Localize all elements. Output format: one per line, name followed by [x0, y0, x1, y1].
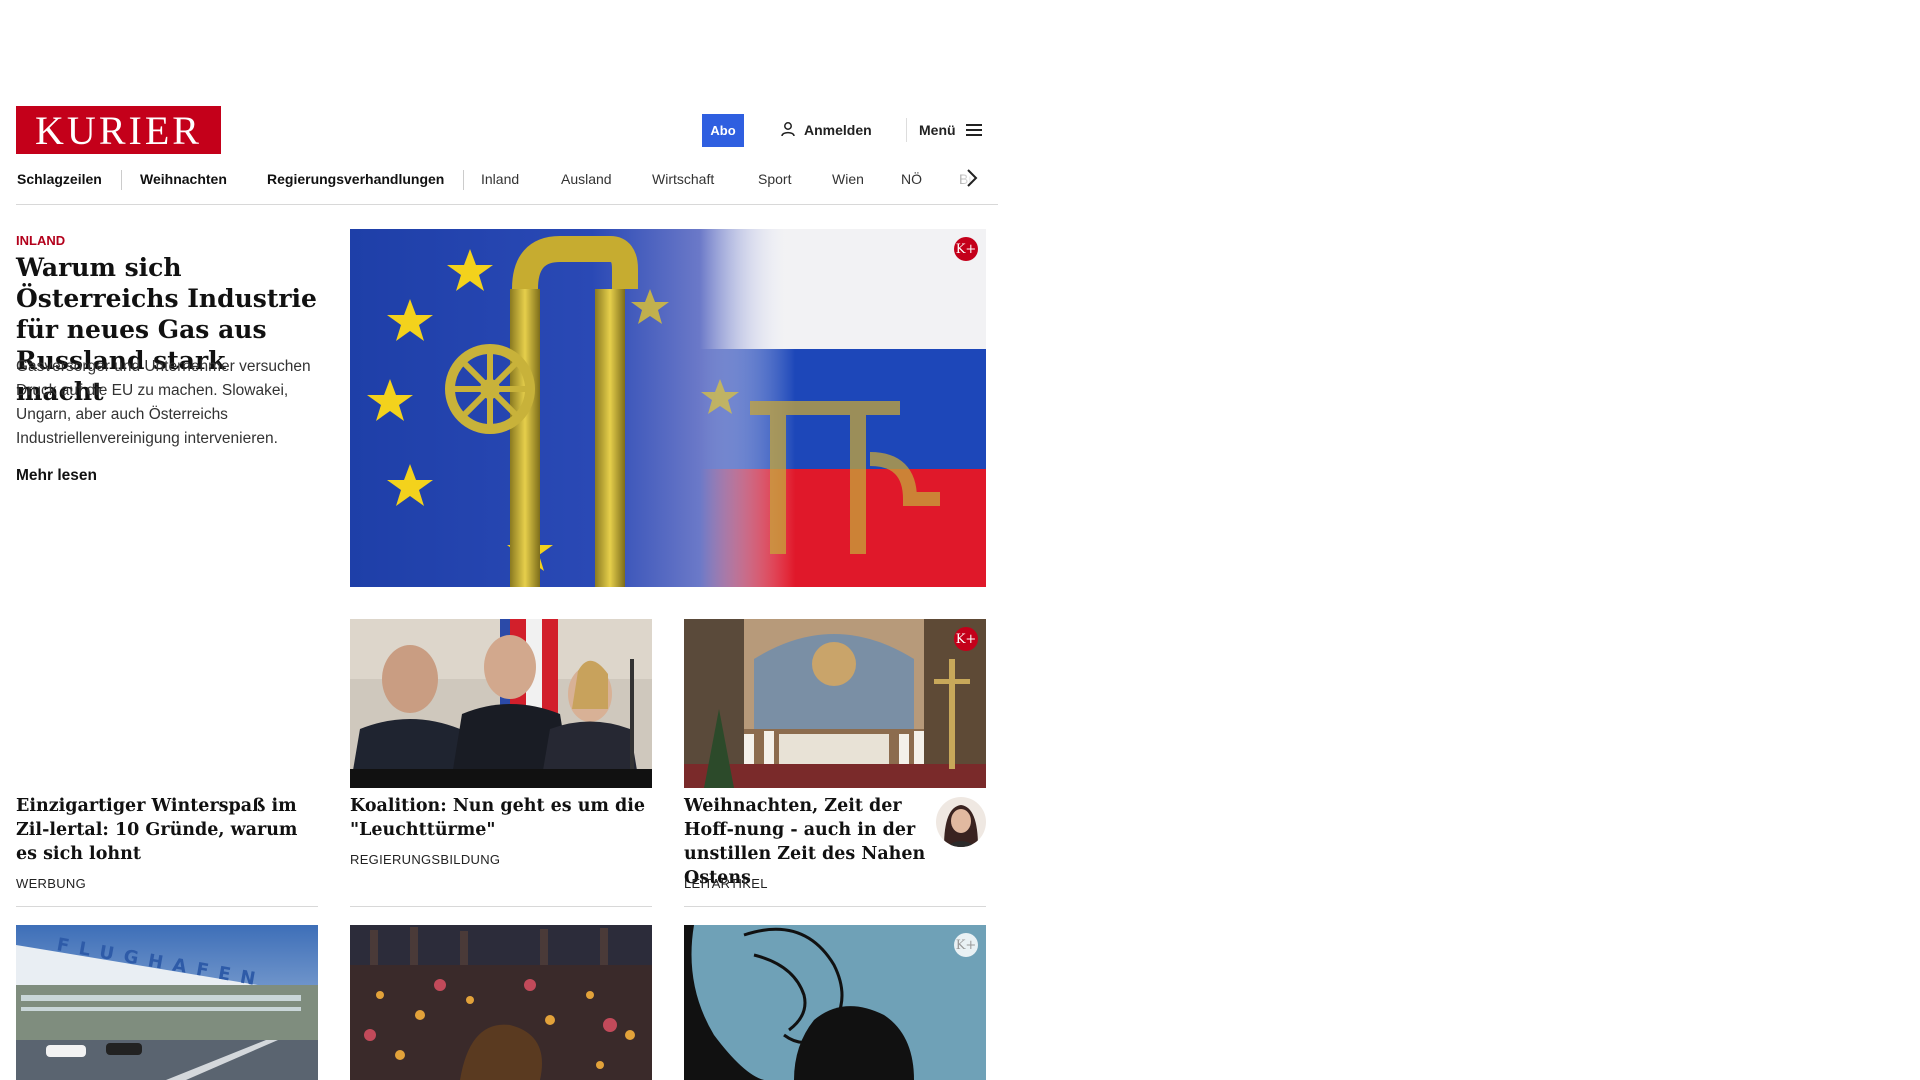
lead-teaser: Gasversorger und Unternehmer versuchen D…	[16, 358, 311, 447]
card-title-werbung[interactable]: Einzigartiger Winterspaß im Zil-lertal: …	[16, 794, 321, 866]
menu-button[interactable]: Menü	[919, 118, 982, 142]
abo-button[interactable]: Abo	[702, 114, 744, 147]
card-divider	[16, 906, 318, 907]
login-label: Anmelden	[804, 122, 872, 138]
menu-label: Menü	[919, 122, 956, 138]
card-image-weihnachten[interactable]: K+	[684, 619, 986, 788]
card-image-koalition[interactable]	[350, 619, 652, 788]
kplus-badge-icon: K+	[954, 627, 978, 651]
nav-separator	[463, 170, 464, 190]
nav-item-inland[interactable]: Inland	[481, 162, 519, 196]
card-label-leitartikel: LEITARTIKEL	[684, 876, 768, 891]
nav-item-schlagzeilen[interactable]: Schlagzeilen	[17, 162, 102, 196]
read-more-link[interactable]: Mehr lesen	[16, 467, 97, 485]
chevron-right-icon[interactable]	[966, 168, 978, 194]
article-image-illustration[interactable]: K+	[684, 925, 986, 1080]
nav-item-sport[interactable]: Sport	[758, 162, 791, 196]
author-avatar	[936, 797, 986, 847]
card-title-koalition[interactable]: Koalition: Nun geht es um die "Leuchttür…	[350, 794, 650, 842]
article-image-candles[interactable]	[350, 925, 652, 1080]
kplus-badge-icon: K+	[954, 933, 978, 957]
card-divider	[684, 906, 986, 907]
article-image-airport[interactable]: FLUGHAFEN	[16, 925, 318, 1080]
hamburger-icon	[965, 121, 982, 139]
nav-item-wirtschaft[interactable]: Wirtschaft	[652, 162, 714, 196]
header-divider	[906, 118, 907, 142]
nav-item-noe[interactable]: NÖ	[901, 162, 922, 196]
kplus-badge-icon: K+	[954, 237, 978, 261]
nav-item-regierungsverhandlungen[interactable]: Regierungsverhandlungen	[267, 162, 444, 196]
nav-item-wien[interactable]: Wien	[832, 162, 864, 196]
card-label-regierungsbildung: REGIERUNGSBILDUNG	[350, 852, 501, 867]
nav-item-ausland[interactable]: Ausland	[561, 162, 612, 196]
lead-image[interactable]: K+	[350, 229, 986, 587]
nav-separator	[121, 170, 122, 190]
lead-kicker[interactable]: INLAND	[16, 233, 65, 248]
section-nav: Schlagzeilen Weihnachten Regierungsverha…	[16, 162, 998, 205]
user-icon	[780, 121, 796, 140]
nav-item-weihnachten[interactable]: Weihnachten	[140, 162, 227, 196]
kurier-logo[interactable]: KURIER	[16, 106, 221, 154]
login-button[interactable]: Anmelden	[780, 118, 872, 142]
card-divider	[350, 906, 652, 907]
card-label-werbung: WERBUNG	[16, 876, 86, 891]
